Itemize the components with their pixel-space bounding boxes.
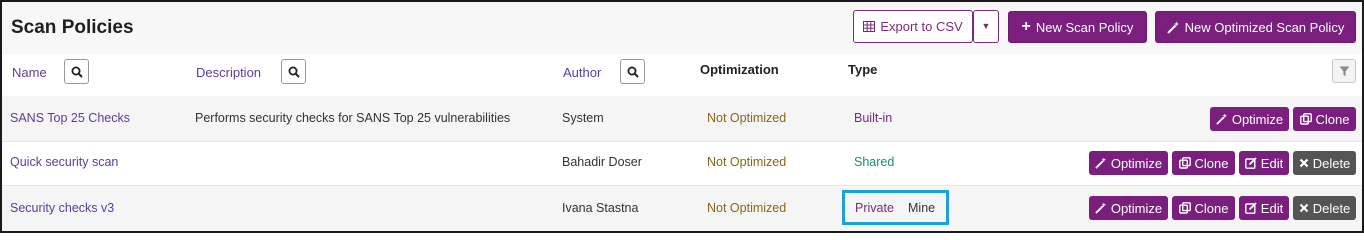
filter-icon [1339,66,1349,76]
clone-label: Clone [1194,155,1229,171]
column-type-header: Type [848,62,878,77]
edit-icon [1244,202,1257,214]
export-csv-button[interactable]: Export to CSV [853,10,973,43]
column-name-header[interactable]: Name [12,65,47,80]
clone-label: Clone [1315,111,1350,127]
times-icon [1299,203,1308,213]
edit-icon [1244,157,1257,169]
filter-button[interactable] [1332,59,1356,83]
policy-name-link[interactable]: Quick security scan [10,155,118,169]
new-scan-policy-button[interactable]: + New Scan Policy [1008,11,1147,43]
edit-button[interactable]: Edit [1239,151,1289,175]
type-badge-builtin: Built-in [854,111,893,125]
optimize-button[interactable]: Optimize [1089,196,1168,220]
policy-name-link[interactable]: Security checks v3 [10,201,114,215]
clone-icon [1178,202,1191,214]
new-scan-policy-label: New Scan Policy [1035,19,1134,35]
edit-label: Edit [1260,155,1284,171]
column-optimization-header: Optimization [700,62,779,77]
table-row: Security checks v3 Ivana Stastna Not Opt… [2,186,1362,231]
page-title: Scan Policies [11,17,134,38]
optimize-label: Optimize [1110,200,1163,216]
type-badge-private: Private [855,201,894,215]
times-icon [1299,158,1308,168]
column-author-header[interactable]: Author [563,65,601,80]
optimize-button[interactable]: Optimize [1210,107,1289,131]
clone-button[interactable]: Clone [1172,151,1235,175]
type-badge-mine: Mine [908,201,936,215]
author-search-button[interactable] [620,59,645,84]
magic-wand-icon [1166,21,1180,34]
policy-author: Ivana Stastna [562,201,639,215]
optimize-button[interactable]: Optimize [1089,151,1168,175]
table-row: Quick security scan Bahadir Doser Not Op… [2,142,1362,186]
optimization-status: Not Optimized [707,201,787,215]
optimization-status: Not Optimized [707,155,787,169]
clone-button[interactable]: Clone [1172,196,1235,220]
clone-label: Clone [1194,200,1229,216]
magic-wand-icon [1095,157,1106,169]
search-icon [627,66,639,78]
caret-down-icon: ▼ [981,21,991,31]
delete-button[interactable]: Delete [1293,151,1356,175]
table-header: Name Description Author Optimization Typ… [2,54,1362,97]
edit-label: Edit [1260,200,1284,216]
export-csv-label: Export to CSV [880,19,963,34]
export-dropdown-button[interactable]: ▼ [973,10,999,43]
scan-policies-panel: Scan Policies Export to CSV ▼ + New Scan… [0,0,1364,233]
search-icon [288,66,300,78]
optimize-label: Optimize [1110,155,1163,171]
new-optimized-scan-policy-label: New Optimized Scan Policy [1184,19,1345,35]
delete-label: Delete [1312,155,1351,171]
panel-header: Scan Policies Export to CSV ▼ + New Scan… [2,2,1362,55]
clone-button[interactable]: Clone [1293,107,1356,131]
type-badge-shared: Shared [854,155,895,169]
edit-button[interactable]: Edit [1239,196,1289,220]
magic-wand-icon [1095,202,1106,214]
column-description-header[interactable]: Description [196,65,261,80]
table-row: SANS Top 25 Checks Performs security che… [2,96,1362,142]
clone-icon [1178,157,1191,169]
delete-label: Delete [1312,200,1351,216]
policy-name-link[interactable]: SANS Top 25 Checks [10,111,130,125]
delete-button[interactable]: Delete [1293,196,1356,220]
magic-wand-icon [1216,113,1227,125]
policy-author: System [562,111,604,125]
plus-icon: + [1021,18,1031,35]
optimization-status: Not Optimized [707,111,787,125]
new-optimized-scan-policy-button[interactable]: New Optimized Scan Policy [1155,11,1356,43]
clone-icon [1299,113,1312,125]
policy-description: Performs security checks for SANS Top 25… [195,111,511,125]
optimize-label: Optimize [1231,111,1284,127]
policy-author: Bahadir Doser [562,155,642,169]
name-search-button[interactable] [64,59,89,84]
search-icon [71,66,83,78]
description-search-button[interactable] [281,59,306,84]
table-icon [863,21,876,32]
